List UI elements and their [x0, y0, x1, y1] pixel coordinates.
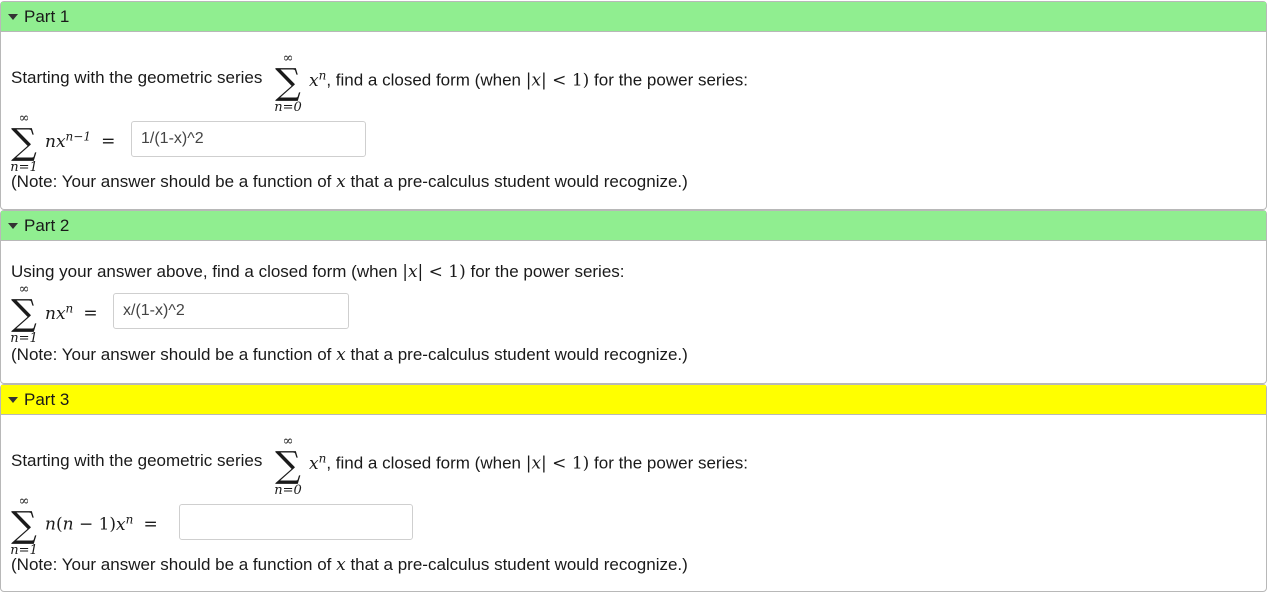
part-title: Part 3 [24, 389, 70, 409]
part-1-panel: Part 1 Starting with the geometric serie… [0, 1, 1267, 210]
part-2-header[interactable]: Part 2 [1, 211, 1266, 241]
sum-symbol: ∞ ∑ n=1 [10, 494, 38, 558]
collapse-triangle-icon [8, 13, 18, 20]
series-expression: n(n − 1)xn = [45, 512, 158, 535]
answer-input[interactable]: 1/(1-x)^2 [131, 121, 366, 157]
sum-symbol: ∞ ∑ n=0 [274, 51, 302, 115]
part-title: Part 1 [24, 6, 70, 26]
note-text: (Note: Your answer should be a function … [11, 555, 688, 575]
part-3-panel: Part 3 Starting with the geometric serie… [0, 384, 1267, 592]
collapse-triangle-icon [8, 396, 18, 403]
answer-input[interactable]: x/(1-x)^2 [113, 293, 349, 329]
part-1-header[interactable]: Part 1 [1, 2, 1266, 32]
intro-text: Using your answer above, find a closed f… [11, 262, 625, 282]
part-2-panel: Part 2 Using your answer above, find a c… [0, 210, 1267, 384]
part-title: Part 2 [24, 215, 70, 235]
series-expression: nxn−1 = [45, 129, 116, 152]
answer-input[interactable] [179, 504, 413, 540]
sum-symbol: ∞ ∑ n=1 [10, 282, 38, 346]
intro-text: Starting with the geometric series [11, 451, 263, 470]
series-expression: nxn = [45, 301, 98, 324]
note-text: (Note: Your answer should be a function … [11, 345, 688, 365]
sum-symbol: ∞ ∑ n=0 [274, 434, 302, 498]
note-text: (Note: Your answer should be a function … [11, 172, 688, 192]
collapse-triangle-icon [8, 222, 18, 229]
part-3-header[interactable]: Part 3 [1, 385, 1266, 415]
intro-text: Starting with the geometric series [11, 68, 263, 87]
sum-symbol: ∞ ∑ n=1 [10, 111, 38, 175]
